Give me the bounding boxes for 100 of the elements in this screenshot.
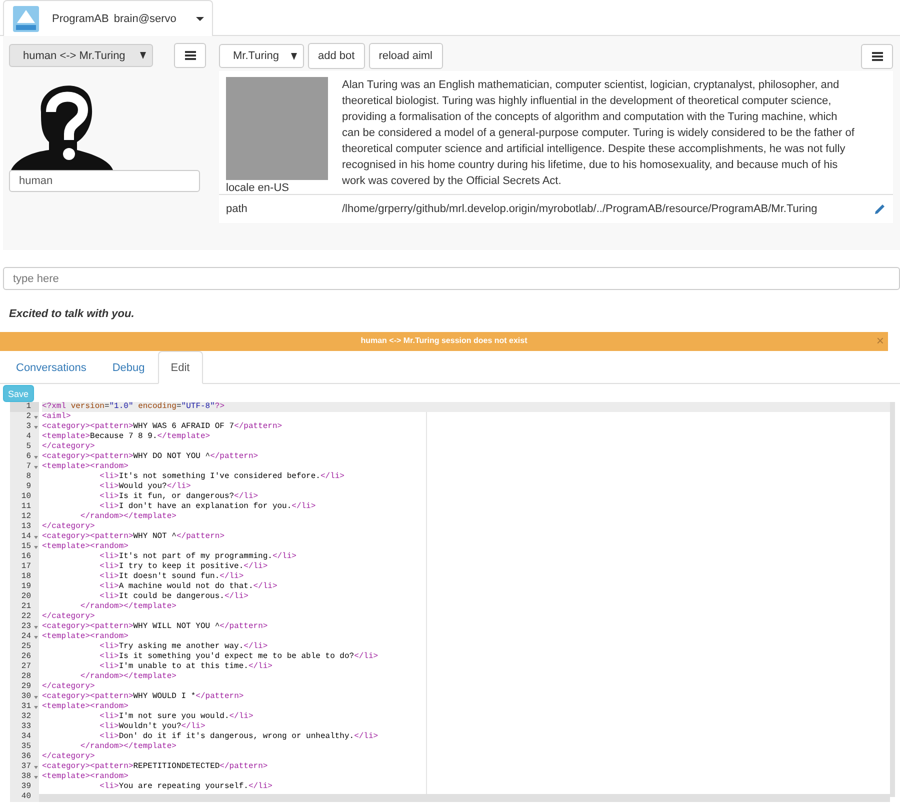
bot-select[interactable]: Mr.Turing (219, 44, 304, 68)
menu-icon (872, 52, 882, 60)
path-value: /lhome/grperry/github/mrl.develop.origin/myrobotlab/../ProgramAB/resource/ProgramAB/Mr.Turing (342, 203, 818, 215)
line-number: 6 (26, 452, 32, 462)
code-line: </category> (42, 682, 95, 691)
code-line: <?xml version="1.0" encoding="UTF-8"?> (42, 402, 225, 411)
fold-icon[interactable] (34, 766, 38, 769)
service-tab[interactable]: ProgramAB brain@servo (3, 0, 213, 36)
line-number: 29 (21, 682, 32, 692)
line-number: 25 (21, 642, 32, 652)
bot-response: Excited to talk with you. (9, 308, 136, 322)
code-line: <li>Wouldn't you?</li> (98, 722, 206, 731)
menu-button[interactable] (861, 44, 893, 68)
code-line: <category><pattern>WHY WAS 6 AFRAID OF 7</pattern> (42, 422, 282, 431)
tab[interactable]: Conversations (3, 351, 100, 384)
line-number: 32 (21, 712, 32, 722)
user-name-field[interactable]: human (9, 170, 200, 192)
code-line: <li>You are repeating yourself.</li> (98, 782, 272, 791)
caret-icon (196, 16, 204, 20)
line-number: 11 (21, 502, 32, 512)
line-number: 33 (21, 722, 32, 732)
chat-input[interactable]: type here (3, 267, 900, 290)
code-line: </random></template> (79, 602, 176, 611)
line-number: 23 (21, 622, 32, 632)
tab[interactable]: Edit (158, 351, 203, 384)
fold-icon[interactable] (34, 626, 38, 629)
line-number: 27 (21, 662, 32, 672)
locale-label: locale en-US (226, 182, 290, 194)
code-line: <li>I don't have an explanation for you.</li> (98, 502, 316, 511)
line-number: 36 (21, 752, 32, 762)
scrollbar[interactable] (890, 402, 895, 797)
code-line: <li>I'm not sure you would.</li> (98, 712, 254, 721)
line-number: 24 (21, 632, 32, 642)
code-line: <li>Would you?</li> (98, 482, 191, 491)
action-button[interactable]: reload aiml (368, 43, 443, 69)
code-line: <category><pattern>WHY DO NOT YOU ^</pattern> (42, 452, 258, 461)
line-number: 19 (21, 582, 32, 592)
code-line: <category><pattern>REPETITIONDETECTED</pattern> (42, 762, 268, 771)
fold-icon[interactable] (34, 416, 38, 419)
code-line: </category> (42, 612, 95, 621)
fold-icon[interactable] (34, 706, 38, 709)
code-line: </category> (42, 442, 95, 451)
fold-icon[interactable] (34, 536, 38, 539)
fold-icon[interactable] (34, 546, 38, 549)
line-number: 28 (21, 672, 32, 682)
line-number: 2 (26, 412, 32, 422)
line-number: 14 (21, 532, 32, 542)
line-number: 12 (21, 512, 32, 522)
tab[interactable]: Debug (99, 351, 158, 384)
menu-icon (184, 51, 196, 60)
fold-icon[interactable] (34, 466, 38, 469)
service-title: ProgramAB (52, 12, 109, 24)
session-select[interactable]: human <-> Mr.Turing (9, 44, 153, 67)
logo-icon (13, 6, 39, 32)
line-number: 3 (26, 422, 32, 432)
line-number: 13 (21, 522, 32, 532)
code-line: </random></template> (79, 742, 176, 751)
code-line: <template><random> (42, 632, 128, 641)
line-number: 5 (26, 442, 32, 452)
line-number: 38 (21, 772, 32, 782)
code-line: <li>It's not part of my programming.</li> (98, 552, 296, 561)
code-line: <li>Is it something you'd expect me to be able to do?</li> (98, 652, 378, 661)
fold-icon[interactable] (34, 636, 38, 639)
bot-description: Alan Turing was an English mathematician, computer scientist, logician, cryptanalyst, philosopher, and theoretical biologist. Turing was highly influential in the development of theoretical computer science, providing a formalisation of the concepts of algorithm and computation with the Turing machine, which can be considered a model of a general-purpose computer. Turing is widely considered to be the father of theoretical computer science and artificial intelligence. Despite these accomplishments, he was not fully recognised in his home country during his lifetime, due to his homosexuality, and because much of his work was covered by the Official Secrets Act. (342, 78, 856, 189)
line-number: 26 (21, 652, 32, 662)
code-line: <li>Is it fun, or dangerous?</li> (98, 492, 258, 501)
line-number: 1 (26, 402, 32, 412)
line-number: 30 (21, 692, 32, 702)
line-number: 20 (21, 592, 32, 602)
caret-icon (291, 52, 297, 60)
code-line: <li>It could be dangerous.</li> (98, 592, 248, 601)
code-line: <template><random> (42, 462, 128, 471)
scrollbar[interactable] (39, 794, 890, 802)
fold-icon[interactable] (34, 776, 38, 779)
code-line: <li>A machine would not do that.</li> (98, 582, 278, 591)
line-number: 37 (21, 762, 32, 772)
fold-icon[interactable] (34, 426, 38, 429)
code-line: </category> (42, 752, 95, 761)
add-bot-button[interactable]: add bot (308, 43, 365, 69)
pencil-icon[interactable] (874, 203, 886, 215)
menu-button[interactable] (174, 43, 206, 68)
code-line: </random></template> (79, 672, 176, 681)
line-number: 34 (21, 732, 32, 742)
line-number: 10 (21, 492, 32, 502)
code-line: </random></template> (79, 512, 176, 521)
code-line: <li>It doesn't sound fun.</li> (98, 572, 244, 581)
code-line: <category><pattern>WHY NOT ^</pattern> (42, 532, 224, 541)
code-line: <li>It's not something I've considered before.</li> (98, 472, 344, 481)
fold-icon[interactable] (34, 456, 38, 459)
line-number: 7 (26, 462, 32, 472)
alert-message: human <-> Mr.Turing session does not exist (360, 336, 528, 345)
fold-icon[interactable] (34, 696, 38, 699)
line-number: 31 (21, 702, 32, 712)
code-line: </category> (42, 522, 95, 531)
line-number: 22 (21, 612, 32, 622)
code-line: <category><pattern>WHY WILL NOT YOU ^</pattern> (42, 622, 268, 631)
line-number: 15 (21, 542, 32, 552)
code-line: <aiml> (42, 412, 71, 421)
line-number: 16 (21, 552, 32, 562)
code-line: <template><random> (42, 542, 128, 551)
